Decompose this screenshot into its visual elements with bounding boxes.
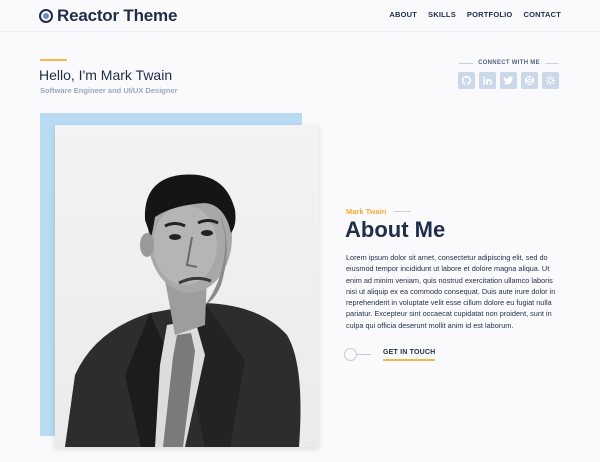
social-links xyxy=(458,72,565,89)
get-in-touch-cta[interactable]: GET IN TOUCH xyxy=(344,348,436,361)
get-in-touch-button[interactable]: GET IN TOUCH xyxy=(383,349,436,361)
cog-icon[interactable] xyxy=(542,72,559,89)
connect-title-text: CONNECT WITH ME xyxy=(478,60,540,66)
about-kicker: Mark Twain xyxy=(346,207,412,216)
cta-connector-line xyxy=(357,354,371,355)
nav-portfolio[interactable]: PORTFOLIO xyxy=(467,10,513,19)
main-nav: ABOUT SKILLS PORTFOLIO CONTACT xyxy=(389,10,561,19)
connect-section: CONNECT WITH ME xyxy=(453,60,565,89)
logo[interactable]: Reactor Theme xyxy=(39,6,177,26)
portrait-illustration xyxy=(65,174,301,447)
linkedin-icon[interactable] xyxy=(479,72,496,89)
codepen-icon[interactable] xyxy=(521,72,538,89)
site-header: Reactor Theme ABOUT SKILLS PORTFOLIO CON… xyxy=(0,0,600,32)
connect-dash-left xyxy=(459,62,474,64)
about-kicker-name: Mark Twain xyxy=(346,207,387,216)
logo-text: Reactor Theme xyxy=(57,6,178,25)
profile-photo xyxy=(55,125,319,447)
reactor-logo-icon xyxy=(39,9,53,23)
github-icon[interactable] xyxy=(458,72,475,89)
about-kicker-dash xyxy=(394,211,412,212)
twitter-icon[interactable] xyxy=(500,72,517,89)
connect-dash-right xyxy=(544,62,559,64)
nav-contact[interactable]: CONTACT xyxy=(523,10,561,19)
intro-accent-line xyxy=(40,59,67,61)
about-body: Lorem ipsum dolor sit amet, consectetur … xyxy=(346,253,556,330)
connect-title: CONNECT WITH ME xyxy=(453,60,565,66)
nav-about[interactable]: ABOUT xyxy=(389,10,417,19)
cta-circle-icon xyxy=(344,348,357,361)
greeting-heading: Hello, I'm Mark Twain xyxy=(39,67,173,83)
nav-skills[interactable]: SKILLS xyxy=(428,10,456,19)
role-subtitle: Software Engineer and UI/UX Designer xyxy=(40,86,178,95)
about-title: About Me xyxy=(345,217,446,242)
